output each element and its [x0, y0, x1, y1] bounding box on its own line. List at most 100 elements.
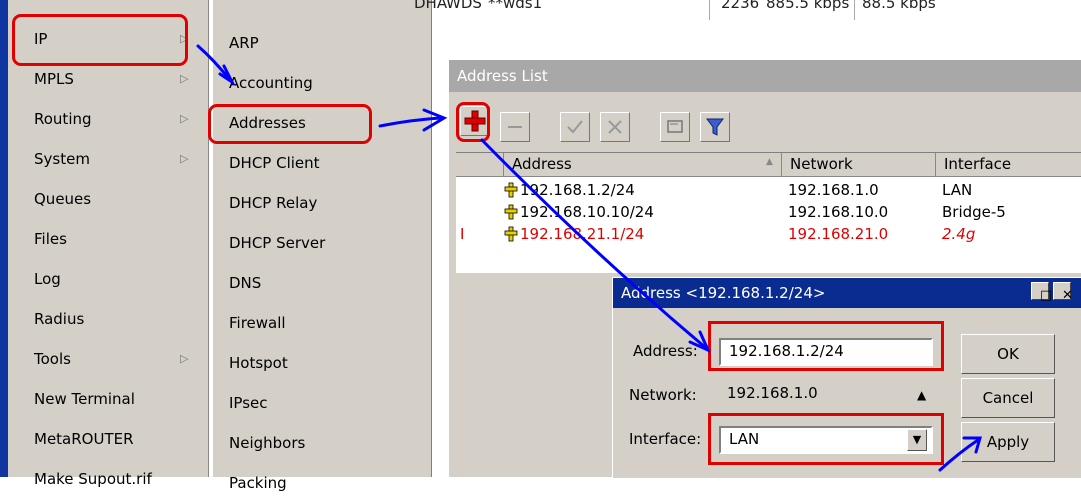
- submenu-item-label: IPsec: [229, 394, 268, 412]
- cross-icon: [608, 120, 622, 134]
- table-row[interactable]: 192.168.1.2/24 192.168.1.0 LAN: [456, 181, 1081, 201]
- menu-item[interactable]: Log: [8, 260, 208, 300]
- bg-separator: [709, 0, 710, 20]
- menu-item[interactable]: Radius: [8, 300, 208, 340]
- remove-icon: [508, 126, 522, 128]
- menu-item[interactable]: Routing ▷: [8, 100, 208, 140]
- interface-cell: 2.4g: [942, 225, 976, 243]
- submenu-item-label: DNS: [229, 274, 262, 292]
- bg-cell-3: WDS: [446, 0, 482, 12]
- address-icon: [504, 182, 518, 198]
- bg-cell-2: **wds1: [488, 0, 543, 12]
- column-header-interface[interactable]: Interface: [936, 153, 1081, 177]
- submenu-item[interactable]: Packing: [213, 464, 431, 504]
- submenu-arrow-icon: ▷: [180, 352, 189, 365]
- add-button-highlight-box: [456, 102, 490, 142]
- submenu-item[interactable]: Accounting: [213, 64, 431, 104]
- left-sidebar-strip: [0, 0, 8, 477]
- menu-item-label: Routing: [34, 110, 92, 128]
- submenu-item-label: Accounting: [229, 74, 313, 92]
- menu-item-label: Log: [34, 270, 61, 288]
- bg-cell-6: 88.5 kbps: [862, 0, 936, 12]
- invalid-flag: I: [460, 225, 465, 243]
- filter-icon: [706, 118, 724, 136]
- submenu-item[interactable]: Neighbors: [213, 424, 431, 464]
- submenu-item[interactable]: Firewall: [213, 304, 431, 344]
- submenu-item[interactable]: DHCP Client: [213, 144, 431, 184]
- close-button[interactable]: ✕: [1053, 282, 1073, 303]
- comment-icon: [667, 120, 683, 133]
- menu-item-label: Queues: [34, 190, 92, 208]
- menu-item-label: MPLS: [34, 70, 74, 88]
- enable-button[interactable]: [560, 112, 590, 142]
- interface-cell: LAN: [942, 181, 973, 199]
- address-list-titlebar[interactable]: Address List: [449, 60, 1081, 92]
- submenu-item-label: ARP: [229, 34, 259, 52]
- ok-button[interactable]: OK: [961, 334, 1055, 374]
- disable-button[interactable]: [600, 112, 630, 142]
- dialog-titlebar[interactable]: Address <192.168.1.2/24> □ ✕: [613, 278, 1081, 308]
- column-header-address[interactable]: Address ▲: [504, 153, 782, 177]
- submenu-arrow-icon: ▷: [180, 112, 189, 125]
- menu-item[interactable]: Make Supout.rif: [8, 460, 208, 500]
- network-field: 192.168.1.0: [719, 382, 903, 410]
- menu-item-label: Files: [34, 230, 67, 248]
- submenu-item[interactable]: ARP: [213, 24, 431, 64]
- address-icon: [504, 204, 518, 220]
- remove-button[interactable]: [500, 112, 530, 142]
- submenu-item[interactable]: DHCP Server: [213, 224, 431, 264]
- submenu-item[interactable]: DHCP Relay: [213, 184, 431, 224]
- bg-cell-1: DHA: [414, 0, 448, 12]
- menu-item-label: Tools: [34, 350, 71, 368]
- network-cell: 192.168.10.0: [788, 203, 889, 221]
- submenu-item-label: Neighbors: [229, 434, 306, 452]
- menu-item[interactable]: Files: [8, 220, 208, 260]
- menu-item[interactable]: Tools ▷: [8, 340, 208, 380]
- background-list-row: DHA **wds1 WDS 2236 885.5 kbps 88.5 kbps: [414, 0, 1081, 24]
- addresses-highlight-box: [208, 104, 372, 144]
- network-label: Network:: [629, 386, 697, 404]
- check-icon: [567, 120, 583, 134]
- address-icon: [504, 226, 518, 242]
- interface-cell: Bridge-5: [942, 203, 1006, 221]
- menu-item-label: Radius: [34, 310, 85, 328]
- submenu-item-label: DHCP Server: [229, 234, 326, 252]
- ip-highlight-box: [12, 14, 188, 66]
- address-cell: 192.168.21.1/24: [520, 225, 645, 243]
- dialog-title: Address <192.168.1.2/24>: [621, 284, 826, 302]
- interface-field-highlight-box: [708, 413, 944, 465]
- menu-item[interactable]: MetaROUTER: [8, 420, 208, 460]
- close-icon: ✕: [1062, 288, 1073, 303]
- network-cell: 192.168.21.0: [788, 225, 889, 243]
- menu-item[interactable]: System ▷: [8, 140, 208, 180]
- submenu-item[interactable]: Hotspot: [213, 344, 431, 384]
- interface-label: Interface:: [629, 430, 702, 448]
- menu-item-label: New Terminal: [34, 390, 135, 408]
- submenu-item[interactable]: DNS: [213, 264, 431, 304]
- table-row[interactable]: I 192.168.21.1/24 192.168.21.0 2.4g: [456, 225, 1081, 245]
- menu-item[interactable]: Queues: [8, 180, 208, 220]
- menu-item[interactable]: MPLS ▷: [8, 60, 208, 100]
- bg-cell-5: 885.5 kbps: [766, 0, 850, 12]
- menu-item[interactable]: New Terminal: [8, 380, 208, 420]
- address-cell: 192.168.1.2/24: [520, 181, 635, 199]
- ip-submenu: ARP Accounting Addresses DHCP Client DHCP Re…: [212, 0, 432, 492]
- bg-separator: [854, 0, 855, 20]
- sort-asc-icon: ▲: [766, 157, 773, 167]
- table-row[interactable]: 192.168.10.10/24 192.168.10.0 Bridge-5: [456, 203, 1081, 223]
- window-title: Address List: [457, 67, 548, 85]
- filter-button[interactable]: [700, 112, 730, 142]
- submenu-item-label: Hotspot: [229, 354, 288, 372]
- maximize-button[interactable]: □: [1031, 282, 1052, 303]
- comment-button[interactable]: [660, 112, 690, 142]
- submenu-item-label: DHCP Client: [229, 154, 320, 172]
- submenu-item-label: DHCP Relay: [229, 194, 318, 212]
- cancel-button[interactable]: Cancel: [961, 378, 1055, 418]
- column-header-network[interactable]: Network: [782, 153, 936, 177]
- address-field-highlight-box: [708, 321, 944, 371]
- collapse-up-icon[interactable]: ▲: [917, 388, 926, 402]
- address-table: Address ▲ Network Interface 192.168.1.2/…: [456, 152, 1081, 273]
- column-header-flag[interactable]: [456, 153, 504, 177]
- submenu-item[interactable]: IPsec: [213, 384, 431, 424]
- apply-button[interactable]: Apply: [961, 422, 1055, 462]
